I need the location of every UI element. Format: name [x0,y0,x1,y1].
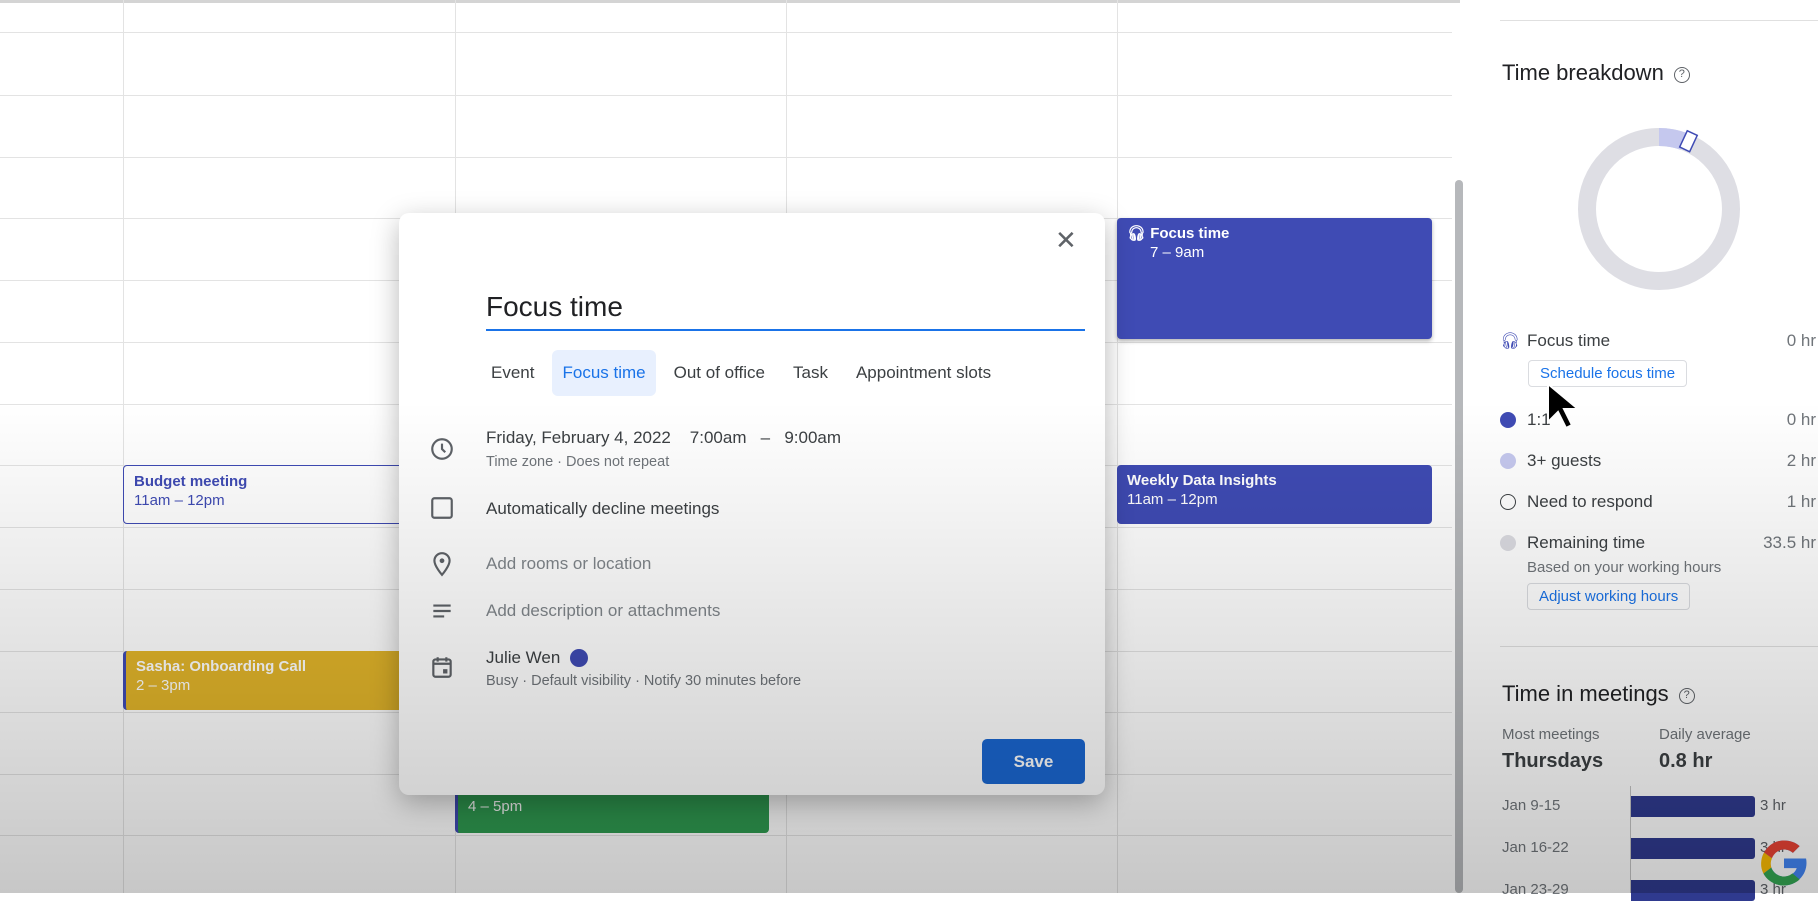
calendar-settings-summary[interactable]: Busy · Default visibility · Notify 30 mi… [486,673,801,689]
description-icon [433,604,451,618]
date-time-row[interactable]: Friday, February 4, 2022 7:00am – 9:00am [486,428,841,448]
breakdown-3plus-guests: 3+ guests [1500,451,1601,471]
time-insights-panel: Time breakdown? 🎧︎ Focus time 0 hr Sched… [1466,0,1818,901]
daily-average-label: Daily average [1659,726,1751,743]
event-title: Focus time [1150,225,1230,242]
legend-dot [1500,535,1516,551]
breakdown-one-on-one: 1:1 [1500,410,1551,430]
scrollbar[interactable] [1455,180,1463,893]
hour-line [0,32,1452,33]
most-meetings-value: Thursdays [1502,750,1604,772]
week-bar [1631,838,1755,859]
tab-out-of-office[interactable]: Out of office [664,350,775,396]
event-onboarding-call[interactable]: Sasha: Onboarding Call 2 – 3pm [123,651,423,710]
close-icon[interactable]: ✕ [1055,225,1077,256]
event-time: 11am – 12pm [134,492,225,509]
item-value: 0 hr [1786,331,1816,350]
week-bar [1631,796,1755,817]
calendar-color-dot [570,649,589,667]
time-in-meetings-heading: Time in meetings? [1502,681,1695,707]
tab-focus-time[interactable]: Focus time [552,350,656,396]
hour-line [0,157,1452,158]
end-time[interactable]: 9:00am [784,428,841,447]
item-value: 1 hr [1786,492,1816,511]
headphones-icon: 🎧︎ [1500,333,1521,350]
week-label: Jan 16-22 [1502,839,1569,856]
description-input[interactable]: Add description or attachments [486,601,720,621]
item-label: Need to respond [1527,492,1653,511]
hour-line [0,835,1452,836]
event-weekly-data-insights[interactable]: Weekly Data Insights 11am – 12pm [1117,465,1432,524]
section-title: Time breakdown [1502,60,1664,85]
item-label: Focus time [1527,331,1611,350]
event-budget-meeting[interactable]: Budget meeting 11am – 12pm [123,465,423,524]
event-title: Budget meeting [134,473,248,490]
event-time: 2 – 3pm [136,677,191,694]
date[interactable]: Friday, February 4, 2022 [486,428,671,447]
event-title: Sasha: Onboarding Call [136,658,307,675]
section-title: Time in meetings [1502,681,1669,706]
location-input[interactable]: Add rooms or location [486,554,651,574]
item-sub: Based on your working hours [1527,559,1722,576]
tab-task[interactable]: Task [783,350,838,396]
daily-average-value: 0.8 hr [1659,750,1713,772]
time-breakdown-heading: Time breakdown? [1502,60,1690,86]
day-column-line [1117,0,1118,893]
divider [1500,20,1818,21]
legend-dot [1500,453,1516,469]
event-title: Weekly Data Insights [1127,472,1277,489]
day-column-line [123,0,124,893]
week-value: 3 hr [1760,797,1786,814]
week-label: Jan 23-29 [1502,881,1569,898]
calendar-owner-row[interactable]: Julie Wen [486,648,599,668]
create-event-dialog: ✕ Focus time Event Focus time Out of off… [399,213,1105,795]
event-type-tabs: Event Focus time Out of office Task Appo… [481,350,1009,396]
week-label: Jan 9-15 [1502,797,1561,814]
breakdown-remaining-time: Remaining time [1500,533,1645,553]
event-focus-time[interactable]: 🎧︎ Focus time 7 – 9am [1117,218,1432,339]
divider [0,0,1460,3]
calendar-icon [432,657,452,678]
adjust-working-hours-button[interactable]: Adjust working hours [1527,583,1691,610]
help-icon[interactable]: ? [1678,688,1695,704]
save-button[interactable]: Save [982,739,1085,784]
item-label: 3+ guests [1527,451,1602,470]
item-label: 1:1 [1527,410,1551,429]
item-value: 33.5 hr [1763,533,1816,552]
help-icon[interactable]: ? [1673,67,1690,83]
timezone-repeat-link[interactable]: Time zone · Does not repeat [486,454,669,470]
hour-line [0,95,1452,96]
item-value: 0 hr [1786,410,1816,429]
most-meetings-label: Most meetings [1502,726,1600,743]
week-bar [1631,880,1755,901]
time-breakdown-donut [1578,128,1740,290]
event-time: 11am – 12pm [1127,491,1218,508]
donut-remaining [1578,128,1740,290]
location-pin-icon [433,552,451,577]
schedule-focus-time-button[interactable]: Schedule focus time [1528,360,1688,387]
checkbox[interactable] [429,495,455,521]
start-time[interactable]: 7:00am [690,428,747,447]
calendar-owner: Julie Wen [486,648,561,667]
item-label: Remaining time [1527,533,1646,552]
tab-appointment-slots[interactable]: Appointment slots [846,350,1001,396]
item-value: 2 hr [1786,451,1816,470]
legend-dot [1500,412,1516,428]
tab-event[interactable]: Event [481,350,544,396]
auto-decline-label[interactable]: Automatically decline meetings [486,499,719,519]
clock-icon [431,438,453,460]
divider [1500,646,1818,647]
legend-dot [1500,494,1516,510]
time-separator: – [760,428,771,447]
google-logo-icon [1761,840,1807,886]
event-time: 4 – 5pm [468,798,523,815]
breakdown-focus-time: 🎧︎ Focus time [1500,331,1610,351]
headphones-icon: 🎧︎ [1127,225,1147,242]
breakdown-need-to-respond: Need to respond [1500,492,1653,512]
title-input[interactable]: Focus time [486,291,1085,331]
event-time: 7 – 9am [1150,244,1205,261]
